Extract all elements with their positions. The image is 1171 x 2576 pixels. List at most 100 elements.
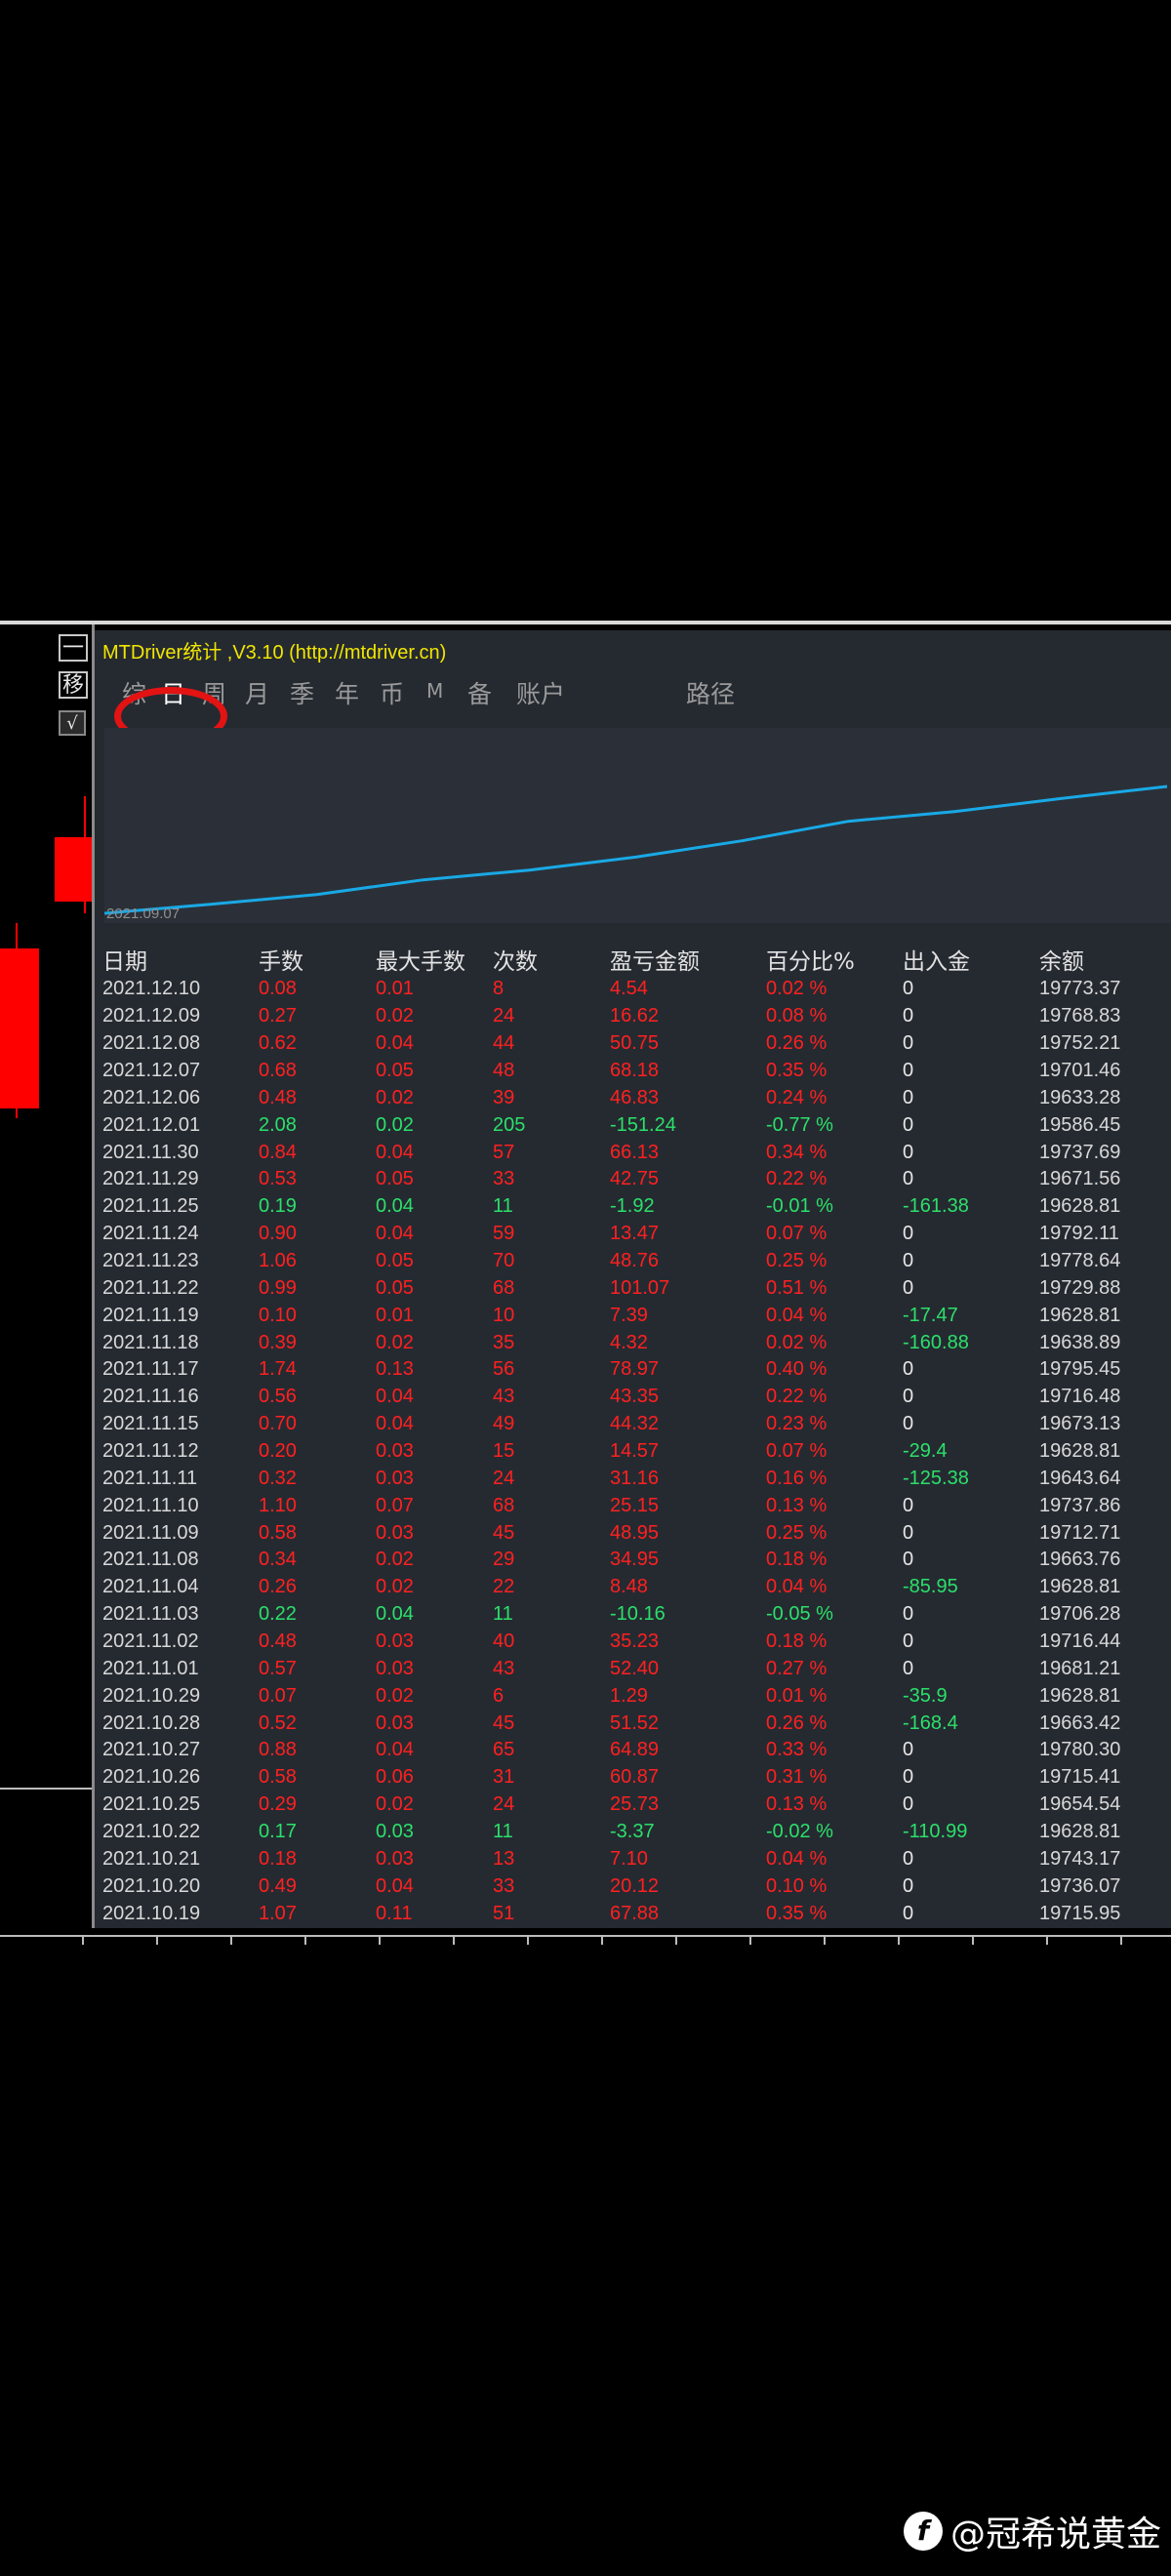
move-button[interactable]: 移: [59, 671, 88, 699]
table-row[interactable]: 2021.11.18 0.39 0.02 35 4.32 0.02 % -160.88 196…: [102, 1329, 1156, 1356]
header-max-lots[interactable]: 最大手数: [376, 943, 493, 976]
cell-pnl: 43.35: [610, 1386, 660, 1408]
cell-lots: 0.22: [259, 1603, 297, 1626]
table-row[interactable]: 2021.10.29 0.07 0.02 6 1.29 0.01 % -35.9 19628.…: [102, 1682, 1156, 1710]
table-row[interactable]: 2021.11.09 0.58 0.03 45 48.95 0.25 % 0 19712.71: [102, 1519, 1156, 1547]
table-row[interactable]: 2021.11.02 0.48 0.03 40 35.23 0.18 % 0 19716.44: [102, 1629, 1156, 1656]
table-row[interactable]: 2021.11.16 0.56 0.04 43 43.35 0.22 % 0 19716.48: [102, 1384, 1156, 1411]
cell-percent: 0.02 %: [766, 1331, 828, 1353]
table-row[interactable]: 2021.10.27 0.88 0.04 65 64.89 0.33 % 0 19780.30: [102, 1737, 1156, 1764]
header-pnl[interactable]: 盈亏金额: [610, 943, 766, 976]
cell-balance: 19715.41: [1039, 1766, 1121, 1789]
cell-lots: 0.26: [259, 1576, 297, 1598]
cell-balance: 19638.89: [1039, 1331, 1121, 1353]
cell-max-lots: 0.02: [376, 1684, 414, 1707]
tab-yearly[interactable]: 年: [335, 675, 359, 710]
table-row[interactable]: 2021.10.22 0.17 0.03 11 -3.37 -0.02 % -110.99 1…: [102, 1819, 1156, 1846]
cell-date: 2021.11.01: [102, 1657, 199, 1679]
cell-date: 2021.11.18: [102, 1331, 199, 1353]
cell-date: 2021.11.29: [102, 1168, 199, 1190]
cell-date: 2021.11.03: [102, 1603, 199, 1626]
axis-tick: [898, 1937, 900, 1945]
table-row[interactable]: 2021.12.01 2.08 0.02 205 -151.24 -0.77 % 0 1958…: [102, 1111, 1156, 1139]
table-row[interactable]: 2021.11.25 0.19 0.04 11 -1.92 -0.01 % -161.38 1…: [102, 1193, 1156, 1221]
header-deposit-withdraw[interactable]: 出入金: [903, 943, 1039, 976]
check-button[interactable]: √: [59, 710, 86, 736]
cell-lots: 0.52: [259, 1711, 297, 1734]
table-row[interactable]: 2021.12.08 0.62 0.04 44 50.75 0.26 % 0 19752.21: [102, 1030, 1156, 1058]
table-row[interactable]: 2021.11.01 0.57 0.03 43 52.40 0.27 % 0 19681.21: [102, 1655, 1156, 1682]
table-row[interactable]: 2021.11.17 1.74 0.13 56 78.97 0.40 % 0 19795.45: [102, 1356, 1156, 1384]
header-percent[interactable]: 百分比%: [766, 943, 903, 976]
cell-max-lots: 0.04: [376, 1223, 414, 1245]
cell-deposit-withdraw: -35.9: [903, 1684, 948, 1707]
axis-tick: [1120, 1937, 1122, 1945]
table-row[interactable]: 2021.10.19 1.07 0.11 51 67.88 0.35 % 0 19715.95: [102, 1900, 1156, 1927]
table-row[interactable]: 2021.11.12 0.20 0.03 15 14.57 0.07 % -29.4 1962…: [102, 1438, 1156, 1466]
stats-panel: MTDriver统计 ,V3.10 (http://mtdriver.cn) 综…: [95, 630, 1171, 1928]
table-row[interactable]: 2021.11.24 0.90 0.04 59 13.47 0.07 % 0 19792.11: [102, 1221, 1156, 1248]
table-row[interactable]: 2021.12.06 0.48 0.02 39 46.83 0.24 % 0 19633.28: [102, 1084, 1156, 1111]
tab-summary[interactable]: 综: [122, 675, 146, 710]
table-row[interactable]: 2021.12.10 0.08 0.01 8 4.54 0.02 % 0 19773.37: [102, 976, 1156, 1003]
table-row[interactable]: 2021.12.07 0.68 0.05 48 68.18 0.35 % 0 19701.46: [102, 1058, 1156, 1085]
cell-lots: 0.70: [259, 1413, 297, 1435]
table-row[interactable]: 2021.10.26 0.58 0.06 31 60.87 0.31 % 0 19715.41: [102, 1764, 1156, 1791]
table-row[interactable]: 2021.11.10 1.10 0.07 68 25.15 0.13 % 0 19737.86: [102, 1492, 1156, 1519]
cell-percent: 0.13 %: [766, 1494, 828, 1516]
cell-count: 43: [493, 1657, 515, 1679]
table-row[interactable]: 2021.11.11 0.32 0.03 24 31.16 0.16 % -125.38 19…: [102, 1465, 1156, 1492]
cell-max-lots: 0.01: [376, 978, 414, 1000]
table-row[interactable]: 2021.10.20 0.49 0.04 33 20.12 0.10 % 0 19736.07: [102, 1872, 1156, 1900]
header-count[interactable]: 次数: [493, 943, 610, 976]
cell-max-lots: 0.04: [376, 1603, 414, 1626]
tab-daily[interactable]: 日: [161, 675, 185, 710]
table-row[interactable]: 2021.10.28 0.52 0.03 45 51.52 0.26 % -168.4 196…: [102, 1710, 1156, 1737]
tab-quarterly[interactable]: 季: [290, 675, 314, 710]
header-date[interactable]: 日期: [102, 943, 259, 976]
cell-pnl: 101.07: [610, 1276, 670, 1299]
header-balance[interactable]: 余额: [1039, 943, 1156, 976]
candle-body: [0, 948, 39, 1108]
tab-monthly[interactable]: 月: [245, 675, 269, 710]
tab-currency[interactable]: 币: [380, 675, 404, 710]
minimize-button[interactable]: 一: [59, 634, 88, 662]
cell-balance: 19792.11: [1039, 1223, 1119, 1245]
cell-date: 2021.11.16: [102, 1386, 199, 1408]
cell-percent: 0.10 %: [766, 1874, 828, 1897]
cell-deposit-withdraw: 0: [903, 1032, 914, 1055]
table-row[interactable]: 2021.11.03 0.22 0.04 11 -10.16 -0.05 % 0 19706.…: [102, 1601, 1156, 1629]
tab-path[interactable]: 路径: [686, 675, 735, 710]
cell-lots: 2.08: [259, 1113, 297, 1136]
table-row[interactable]: 2021.11.23 1.06 0.05 70 48.76 0.25 % 0 19778.64: [102, 1248, 1156, 1275]
cell-count: 65: [493, 1739, 515, 1761]
tab-weekly[interactable]: 周: [202, 675, 226, 710]
cell-pnl: 34.95: [610, 1549, 660, 1571]
cell-max-lots: 0.05: [376, 1250, 414, 1272]
header-lots[interactable]: 手数: [259, 943, 376, 976]
candle-body: [55, 837, 92, 902]
cell-balance: 19628.81: [1039, 1821, 1121, 1843]
table-row[interactable]: 2021.10.25 0.29 0.02 24 25.73 0.13 % 0 19654.54: [102, 1791, 1156, 1819]
table-row[interactable]: 2021.11.19 0.10 0.01 10 7.39 0.04 % -17.47 1962…: [102, 1302, 1156, 1329]
table-row[interactable]: 2021.11.15 0.70 0.04 49 44.32 0.23 % 0 19673.13: [102, 1411, 1156, 1438]
tab-m[interactable]: M: [426, 679, 443, 703]
table-row[interactable]: 2021.12.09 0.27 0.02 24 16.62 0.08 % 0 19768.83: [102, 1003, 1156, 1030]
cell-deposit-withdraw: 0: [903, 1060, 914, 1081]
table-row[interactable]: 2021.11.30 0.84 0.04 57 66.13 0.34 % 0 19737.69: [102, 1139, 1156, 1166]
cell-count: 45: [493, 1711, 515, 1734]
table-row[interactable]: 2021.11.08 0.34 0.02 29 34.95 0.18 % 0 19663.76: [102, 1547, 1156, 1574]
cell-percent: -0.02 %: [766, 1821, 833, 1843]
table-row[interactable]: 2021.11.22 0.99 0.05 68 101.07 0.51 % 0 19729.8…: [102, 1274, 1156, 1302]
tab-account[interactable]: 账户: [516, 675, 565, 710]
cell-deposit-withdraw: 0: [903, 1630, 914, 1653]
cell-count: 68: [493, 1494, 515, 1516]
cell-lots: 0.08: [259, 978, 297, 1000]
table-row[interactable]: 2021.11.29 0.53 0.05 33 42.75 0.22 % 0 19671.56: [102, 1166, 1156, 1193]
cell-max-lots: 0.02: [376, 1005, 414, 1027]
tab-backup[interactable]: 备: [467, 675, 492, 710]
cell-lots: 0.32: [259, 1467, 297, 1489]
table-row[interactable]: 2021.11.04 0.26 0.02 22 8.48 0.04 % -85.95 1962…: [102, 1574, 1156, 1601]
cell-max-lots: 0.04: [376, 1032, 414, 1055]
table-row[interactable]: 2021.10.21 0.18 0.03 13 7.10 0.04 % 0 19743.17: [102, 1846, 1156, 1873]
